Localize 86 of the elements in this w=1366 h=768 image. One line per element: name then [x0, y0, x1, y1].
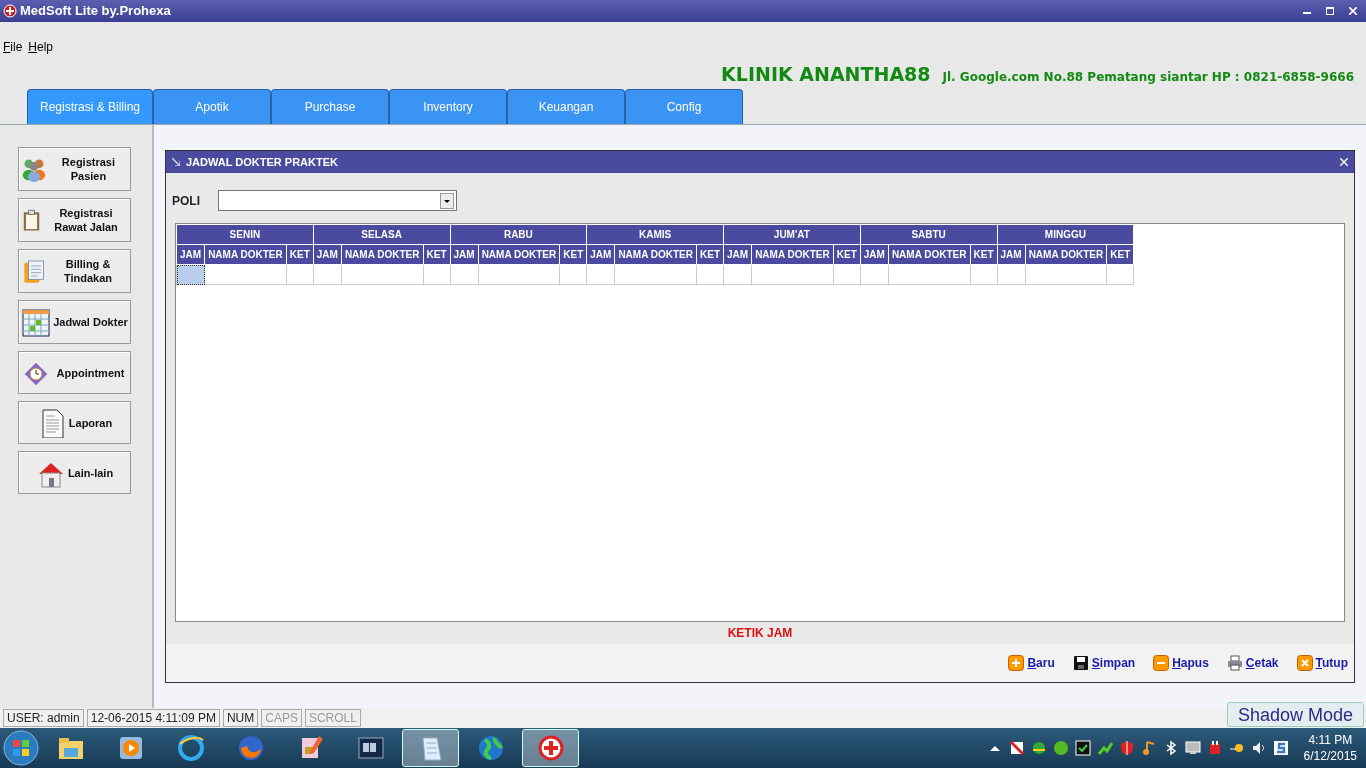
chart-up-icon	[1096, 740, 1113, 756]
table-cell[interactable]	[888, 264, 970, 285]
close-icon	[1296, 655, 1313, 671]
menu-item[interactable]: File	[3, 38, 23, 56]
table-cell[interactable]	[860, 264, 889, 285]
table-cell[interactable]	[204, 264, 287, 285]
panel-title: JADWAL DOKTER PRAKTEK	[186, 154, 338, 170]
sidebar-button[interactable]: Lain-lain	[18, 451, 131, 494]
start-orb-icon	[3, 730, 39, 766]
music-note-icon	[1140, 740, 1157, 756]
column-header: MINGGU	[997, 224, 1134, 245]
ball-icon	[1052, 740, 1069, 756]
status-field: SCROLL	[304, 709, 361, 727]
app-logo-icon	[3, 4, 17, 18]
column-header: JUM'AT	[723, 224, 861, 245]
arrow-icon	[172, 158, 180, 166]
action-link[interactable]: Hapus	[1172, 654, 1209, 672]
status-field: 12-06-2015 4:11:09 PM	[86, 709, 220, 727]
sidebar-button[interactable]: Registrasi Rawat Jalan	[18, 198, 131, 242]
medical-cross-icon	[536, 734, 565, 762]
table-cell[interactable]	[1106, 264, 1134, 285]
column-header: JAM	[176, 244, 205, 265]
sidebar-button[interactable]: Appointment	[18, 351, 131, 394]
table-cell[interactable]	[176, 264, 205, 285]
table-cell[interactable]	[751, 264, 834, 285]
minus-icon	[1153, 655, 1170, 671]
sidebar-button[interactable]: Registrasi Pasien	[18, 147, 131, 191]
plus-icon	[1008, 655, 1025, 671]
action-link[interactable]: Tutup	[1315, 654, 1348, 672]
table-cell[interactable]	[286, 264, 314, 285]
table-cell[interactable]	[313, 264, 342, 285]
printer-icon	[1226, 655, 1243, 671]
network-icon	[1030, 740, 1047, 756]
clock-time: 4:11 PM	[1307, 732, 1354, 748]
table-cell[interactable]	[723, 264, 752, 285]
calendar-icon	[21, 307, 52, 337]
check-icon	[1074, 740, 1091, 756]
clinic-name: KLINIK ANANTHA88	[721, 62, 931, 87]
close-icon	[1340, 158, 1348, 166]
table-cell[interactable]	[833, 264, 861, 285]
taskbar-app[interactable]	[522, 729, 579, 767]
globe-icon	[476, 734, 505, 762]
sidebar-button[interactable]: Laporan	[18, 401, 131, 444]
action-link[interactable]: Baru	[1027, 654, 1055, 672]
hint-text: KETIK JAM	[727, 625, 793, 642]
column-header: SELASA	[313, 224, 450, 245]
monitor-icon	[1184, 740, 1201, 756]
poli-label: POLI	[172, 192, 200, 210]
column-header: SENIN	[176, 224, 314, 245]
s-logo-icon	[1272, 740, 1289, 756]
close-icon	[1349, 7, 1357, 15]
shadow-mode-button[interactable]: Shadow Mode	[1226, 702, 1364, 727]
table-cell[interactable]	[341, 264, 423, 285]
floppy-icon	[1072, 655, 1089, 671]
table-cell[interactable]	[696, 264, 724, 285]
clinic-address: Jl. Google.com No.88 Pematang siantar HP : 0821-6858-9666	[942, 68, 1354, 86]
globe-e-icon	[176, 734, 205, 762]
speaker-icon	[1250, 740, 1267, 756]
menu-item[interactable]: Help	[28, 38, 54, 56]
column-header: KAMIS	[586, 224, 724, 245]
start-button[interactable]	[3, 730, 39, 766]
action-link[interactable]: Cetak	[1245, 654, 1279, 672]
sidebar-button[interactable]: Jadwal Dokter	[18, 300, 131, 344]
column-header: RABU	[450, 224, 587, 245]
table-cell[interactable]	[423, 264, 450, 285]
maximize-icon	[1326, 7, 1334, 15]
table-cell[interactable]	[614, 264, 697, 285]
table-cell[interactable]	[970, 264, 997, 285]
table-cell[interactable]	[1025, 264, 1107, 285]
table-cell[interactable]	[997, 264, 1026, 285]
sidebar-button[interactable]: Billing & Tindakan	[18, 249, 131, 293]
column-header: SABTU	[860, 224, 997, 245]
close-button[interactable]	[1340, 158, 1348, 166]
status-field: USER: admin	[3, 709, 84, 727]
clock-date: 6/12/2015	[1303, 748, 1357, 764]
table-cell[interactable]	[450, 264, 479, 285]
shield-icon	[1118, 740, 1135, 756]
action-link[interactable]: Simpan	[1091, 654, 1136, 672]
table-cell[interactable]	[559, 264, 587, 285]
status-field: NUM	[222, 709, 259, 727]
status-field: CAPS	[261, 709, 302, 727]
windows-icon	[356, 734, 385, 762]
table-cell[interactable]	[586, 264, 615, 285]
window-title: MedSoft Lite by.Prohexa	[20, 2, 171, 21]
table-cell[interactable]	[478, 264, 560, 285]
poli-dropdown[interactable]	[218, 190, 457, 211]
